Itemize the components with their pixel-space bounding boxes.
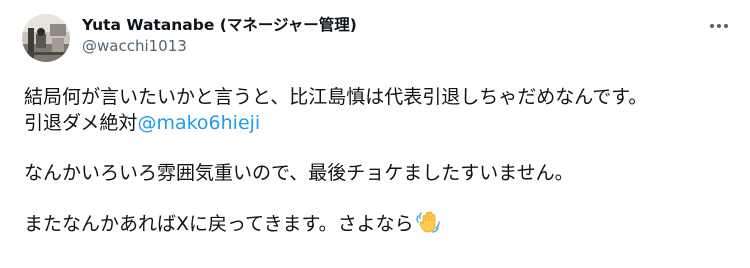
- mention-link[interactable]: @mako6hieji: [137, 112, 260, 134]
- user-handle[interactable]: @wacchi1013: [82, 36, 690, 56]
- profile-photo-avatar-icon: [22, 14, 70, 62]
- tweet-line-2-text: 引退ダメ絶対: [24, 112, 138, 134]
- waving-hand-emoji-icon: [415, 210, 441, 234]
- tweet-line-3: なんかいろいろ雰囲気重いので、最後チョケましたすいません。: [24, 162, 574, 184]
- tweet-line-4: またなんかあればXに戻ってきます。さよなら: [24, 210, 730, 237]
- tweet-line-2: 引退ダメ絶対@mako6hieji: [24, 110, 730, 136]
- avatar[interactable]: [22, 14, 70, 62]
- more-options-button[interactable]: [704, 14, 734, 38]
- more-horizontal-icon: [710, 24, 728, 28]
- display-name[interactable]: Yuta Watanabe (マネージャー管理): [82, 14, 690, 36]
- tweet-text: 結局何が言いたいかと言うと、比江島慎は代表引退しちゃだめなんです。 引退ダメ絶対…: [24, 84, 730, 237]
- tweet-line-4-text: またなんかあればXに戻ってきます。さよなら: [24, 213, 414, 235]
- tweet-line-1: 結局何が言いたいかと言うと、比江島慎は代表引退しちゃだめなんです。: [24, 86, 648, 108]
- tweet-card[interactable]: Yuta Watanabe (マネージャー管理) @wacchi1013 結局何…: [0, 0, 750, 268]
